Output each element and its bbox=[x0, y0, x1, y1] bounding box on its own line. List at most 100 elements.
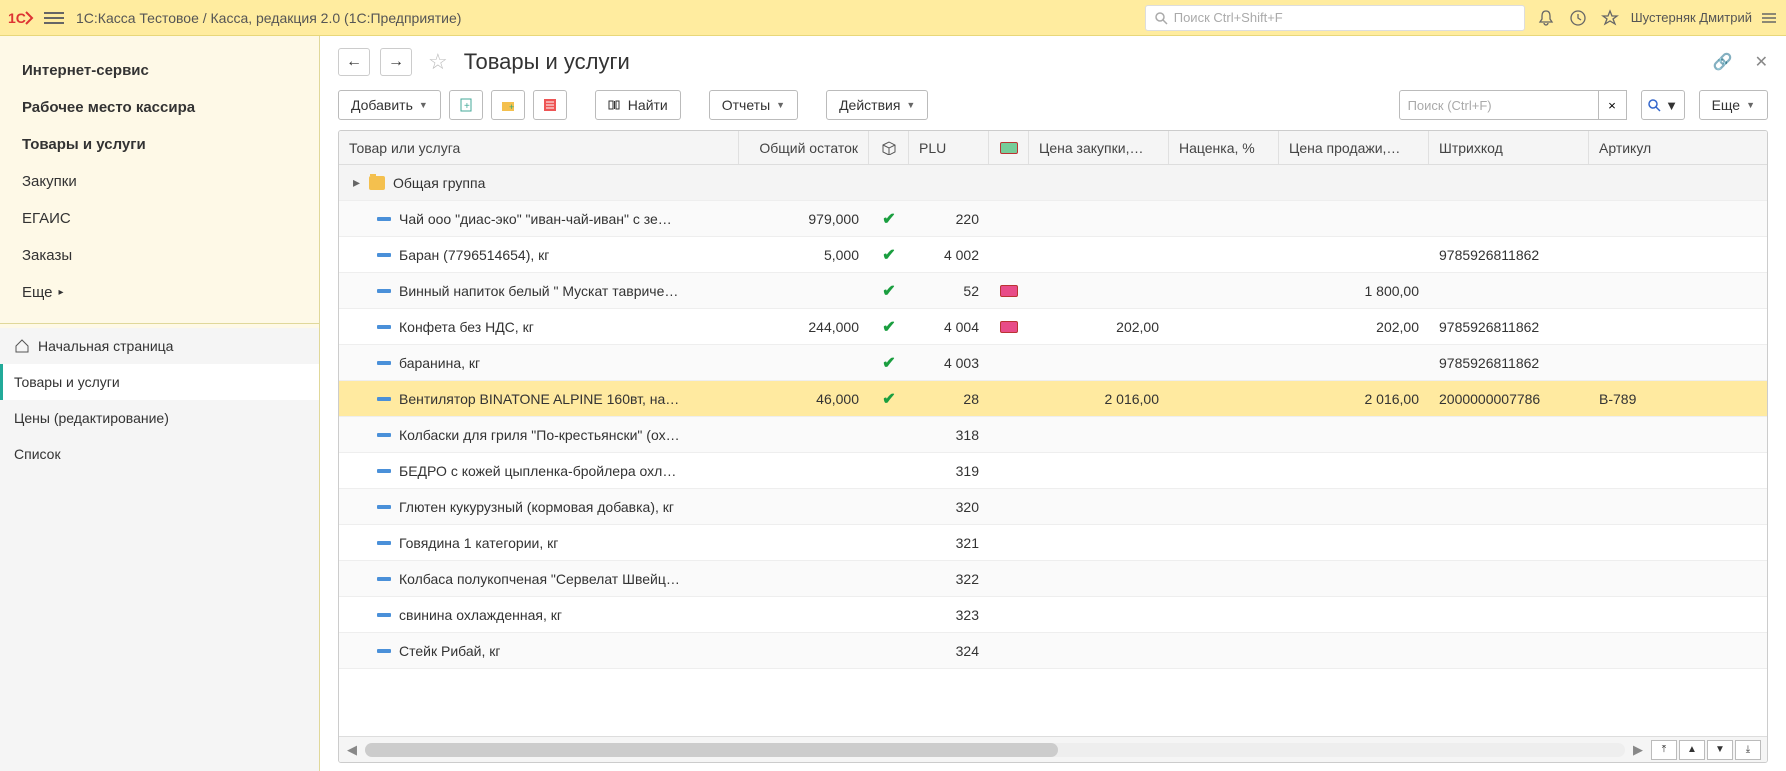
user-name[interactable]: Шустерняк Дмитрий bbox=[1631, 10, 1752, 25]
table-row[interactable]: БЕДРО с кожей цыпленка-бройлера охл…319 bbox=[339, 453, 1767, 489]
table-footer: ◀ ▶ ⤒ ▲ ▼ ⤓ bbox=[339, 736, 1767, 762]
item-icon bbox=[377, 217, 391, 221]
sidebar-item-3[interactable]: Закупки bbox=[0, 163, 319, 200]
search-icon bbox=[1154, 11, 1168, 25]
table-row[interactable]: Баран (7796514654), кг5,000✔4 0029785926… bbox=[339, 237, 1767, 273]
table-row[interactable]: Винный напиток белый " Мускат тавриче…✔5… bbox=[339, 273, 1767, 309]
search-button[interactable]: ▼ bbox=[1641, 90, 1685, 120]
folder-icon bbox=[369, 176, 385, 190]
home-icon bbox=[14, 338, 30, 354]
sidebar-item-0[interactable]: Интернет-сервис bbox=[0, 52, 319, 89]
toolbar: Добавить▼ + + Найти Отчеты▼ Действия▼ × … bbox=[320, 82, 1786, 130]
sidebar-tab-3[interactable]: Список bbox=[0, 436, 319, 472]
money-icon bbox=[1000, 285, 1018, 297]
more-button[interactable]: Еще▼ bbox=[1699, 90, 1768, 120]
check-icon: ✔ bbox=[882, 317, 895, 337]
table-row[interactable]: Колбаски для гриля "По-крестьянски" (ох…… bbox=[339, 417, 1767, 453]
favorite-star-icon[interactable]: ☆ bbox=[428, 49, 448, 75]
item-icon bbox=[377, 505, 391, 509]
table-row[interactable]: свинина охлажденная, кг323 bbox=[339, 597, 1767, 633]
scroll-bottom-button[interactable]: ⤓ bbox=[1735, 740, 1761, 760]
global-search-placeholder: Поиск Ctrl+Shift+F bbox=[1174, 10, 1283, 25]
sidebar-item-6[interactable]: Еще▸ bbox=[0, 274, 319, 311]
check-icon: ✔ bbox=[882, 245, 895, 265]
scroll-up-button[interactable]: ▲ bbox=[1679, 740, 1705, 760]
close-icon[interactable]: ✕ bbox=[1755, 52, 1768, 72]
item-icon bbox=[377, 613, 391, 617]
list-red-button[interactable] bbox=[533, 90, 567, 120]
item-icon bbox=[377, 361, 391, 365]
table-search: × bbox=[1399, 90, 1627, 120]
add-button[interactable]: Добавить▼ bbox=[338, 90, 441, 120]
sidebar-tab-1[interactable]: Товары и услуги bbox=[0, 364, 319, 400]
table-row[interactable]: Стейк Рибай, кг324 bbox=[339, 633, 1767, 669]
item-icon bbox=[377, 397, 391, 401]
clear-search-button[interactable]: × bbox=[1599, 90, 1627, 120]
add-folder-button[interactable]: + bbox=[491, 90, 525, 120]
nav-forward-button[interactable]: → bbox=[380, 48, 412, 76]
sidebar-tab-0[interactable]: Начальная страница bbox=[0, 328, 319, 364]
settings-lines-icon[interactable] bbox=[1760, 9, 1778, 27]
table-row[interactable]: Колбаса полукопченая "Сервелат Швейц…322 bbox=[339, 561, 1767, 597]
bell-icon[interactable] bbox=[1537, 9, 1555, 27]
scroll-top-button[interactable]: ⤒ bbox=[1651, 740, 1677, 760]
svg-text:+: + bbox=[464, 101, 470, 112]
check-icon: ✔ bbox=[882, 281, 895, 301]
scroll-down-button[interactable]: ▼ bbox=[1707, 740, 1733, 760]
item-icon bbox=[377, 469, 391, 473]
check-icon: ✔ bbox=[882, 209, 895, 229]
sidebar-item-4[interactable]: ЕГАИС bbox=[0, 200, 319, 237]
check-icon: ✔ bbox=[882, 353, 895, 373]
page-title: Товары и услуги bbox=[464, 49, 630, 75]
col-name[interactable]: Товар или услуга bbox=[339, 131, 739, 164]
item-icon bbox=[377, 289, 391, 293]
page-header: ← → ☆ Товары и услуги 🔗 ✕ bbox=[320, 36, 1786, 82]
col-markup[interactable]: Наценка, % bbox=[1169, 131, 1279, 164]
data-table: Товар или услуга Общий остаток PLU Цена … bbox=[338, 130, 1768, 763]
table-row[interactable]: Чай ооо "диас-эко" "иван-чай-иван" с зе…… bbox=[339, 201, 1767, 237]
nav-back-button[interactable]: ← bbox=[338, 48, 370, 76]
group-row[interactable]: ▸Общая группа bbox=[339, 165, 1767, 201]
sidebar-item-2[interactable]: Товары и услуги bbox=[0, 126, 319, 163]
item-icon bbox=[377, 253, 391, 257]
table-row[interactable]: Вентилятор BINATONE ALPINE 160вт, на…46,… bbox=[339, 381, 1767, 417]
money-icon bbox=[1000, 321, 1018, 333]
col-money-icon[interactable] bbox=[989, 131, 1029, 164]
history-icon[interactable] bbox=[1569, 9, 1587, 27]
table-row[interactable]: Говядина 1 категории, кг321 bbox=[339, 525, 1767, 561]
app-logo-icon: 1C bbox=[8, 8, 36, 28]
item-icon bbox=[377, 325, 391, 329]
sidebar-item-1[interactable]: Рабочее место кассира bbox=[0, 89, 319, 126]
col-sale-price[interactable]: Цена продажи,… bbox=[1279, 131, 1429, 164]
menu-icon[interactable] bbox=[44, 8, 64, 28]
table-search-input[interactable] bbox=[1399, 90, 1599, 120]
svg-text:+: + bbox=[509, 102, 514, 112]
star-icon[interactable] bbox=[1601, 9, 1619, 27]
link-icon[interactable]: 🔗 bbox=[1713, 52, 1733, 72]
col-purchase-price[interactable]: Цена закупки,… bbox=[1029, 131, 1169, 164]
reports-button[interactable]: Отчеты▼ bbox=[709, 90, 798, 120]
item-icon bbox=[377, 577, 391, 581]
main-content: ← → ☆ Товары и услуги 🔗 ✕ Добавить▼ + + … bbox=[320, 36, 1786, 771]
col-stock[interactable]: Общий остаток bbox=[739, 131, 869, 164]
sidebar: Интернет-сервисРабочее место кассираТова… bbox=[0, 36, 320, 771]
col-package-icon[interactable] bbox=[869, 131, 909, 164]
col-article[interactable]: Артикул bbox=[1589, 131, 1729, 164]
item-icon bbox=[377, 649, 391, 653]
find-button[interactable]: Найти bbox=[595, 90, 681, 120]
add-file-button[interactable]: + bbox=[449, 90, 483, 120]
table-row[interactable]: Конфета без НДС, кг244,000✔4 004202,0020… bbox=[339, 309, 1767, 345]
sidebar-tab-2[interactable]: Цены (редактирование) bbox=[0, 400, 319, 436]
actions-button[interactable]: Действия▼ bbox=[826, 90, 928, 120]
check-icon: ✔ bbox=[882, 389, 895, 409]
titlebar: 1C 1С:Касса Тестовое / Касса, редакция 2… bbox=[0, 0, 1786, 36]
svg-text:1C: 1C bbox=[8, 10, 26, 26]
table-row[interactable]: баранина, кг✔4 0039785926811862 bbox=[339, 345, 1767, 381]
global-search[interactable]: Поиск Ctrl+Shift+F bbox=[1145, 5, 1525, 31]
col-barcode[interactable]: Штрихкод bbox=[1429, 131, 1589, 164]
item-icon bbox=[377, 433, 391, 437]
horizontal-scrollbar[interactable] bbox=[365, 743, 1625, 757]
table-row[interactable]: Глютен кукурузный (кормовая добавка), кг… bbox=[339, 489, 1767, 525]
col-plu[interactable]: PLU bbox=[909, 131, 989, 164]
sidebar-item-5[interactable]: Заказы bbox=[0, 237, 319, 274]
